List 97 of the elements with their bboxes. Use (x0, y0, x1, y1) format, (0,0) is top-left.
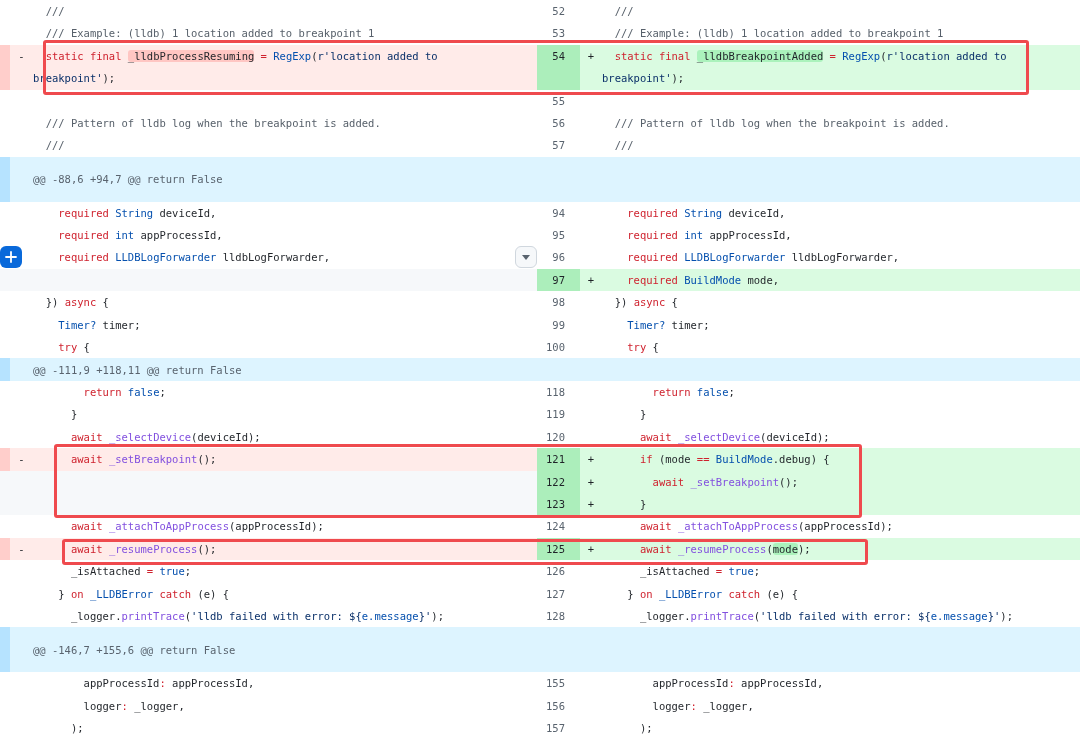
line-number: 119 (546, 408, 565, 421)
line-number: 121 (546, 453, 565, 466)
line-number-gutter (0, 44, 10, 90)
line-number: 123 (546, 497, 565, 510)
code-line: ); (69, 720, 84, 736)
line-number: 94 (552, 206, 565, 219)
code-line: await _resumeProcess(mode); (638, 541, 811, 558)
code-line: /// (44, 138, 65, 154)
line-number: 122 (546, 475, 565, 488)
hunk-header-text: @@ -146,7 +155,6 @@ return False (33, 642, 236, 658)
line-number: 98 (552, 296, 565, 309)
line-number: 125 (546, 542, 565, 555)
code-line: await _setBreakpoint(); (651, 474, 798, 491)
code-line: _isAttached = true; (69, 564, 192, 580)
code-line: logger: _logger, (82, 698, 185, 715)
line-number: 127 (546, 587, 565, 600)
hunk-header-text: @@ -111,9 +118,11 @@ return False (33, 362, 242, 378)
line-number: 95 (552, 229, 565, 242)
code-line: required String deviceId, (626, 205, 786, 221)
line-number: 53 (552, 27, 565, 40)
code-line: /// (613, 138, 634, 154)
code-line: await _selectDevice(deviceId); (69, 429, 261, 446)
line-number: 155 (546, 677, 565, 690)
line-number: 97 (552, 273, 565, 286)
line-number: 52 (552, 5, 565, 17)
code-line: _isAttached = true; (638, 564, 761, 580)
diff-sign: + (587, 474, 595, 490)
line-number: 56 (552, 117, 565, 130)
code-line: logger: _logger, (651, 698, 754, 715)
code-line: /// (44, 4, 65, 19)
diff-sign: + (587, 452, 595, 468)
plus-icon (5, 251, 17, 264)
code-line: return false; (82, 384, 166, 400)
line-number: 100 (546, 341, 565, 354)
code-line: static final _lldbBreakpointAdded = RegExp(r'location added to breakpoint'); (602, 48, 1008, 87)
line-number: 126 (546, 565, 565, 578)
code-line: await _selectDevice(deviceId); (638, 429, 830, 446)
line-number-gutter (0, 448, 10, 471)
diff-sign: + (587, 272, 595, 288)
diff-sign: + (587, 541, 595, 557)
code-line: appProcessId: appProcessId, (651, 676, 824, 692)
code-line: required String deviceId, (57, 205, 217, 221)
code-line: await _attachToAppProcess(appProcessId); (638, 519, 893, 535)
code-line: } on _LLDBError catch (e) { (626, 586, 798, 603)
code-line: } (638, 407, 647, 423)
line-number: 55 (552, 94, 565, 107)
caret-down-icon (522, 254, 530, 260)
diff-sign: - (18, 452, 25, 468)
code-line: required int appProcessId, (57, 228, 223, 244)
code-line: required BuildMode mode, (626, 272, 780, 288)
line-number: 57 (552, 139, 565, 152)
line-number: 124 (546, 520, 565, 533)
line-number: 54 (552, 49, 565, 62)
expand-gutter[interactable] (0, 358, 10, 381)
diff-sign: + (587, 48, 595, 64)
code-line: Timer? timer; (57, 317, 141, 333)
line-number: 99 (552, 318, 565, 331)
code-line: /// Example: (lldb) 1 location added to breakpoint 1 (44, 26, 375, 42)
diff-sign: - (18, 541, 25, 557)
code-line: try { (57, 340, 90, 356)
code-line: }) async { (613, 295, 678, 311)
line-number: 118 (546, 385, 565, 398)
code-line: required LLDBLogForwarder lldbLogForwarder, (626, 250, 900, 266)
line-number: 157 (546, 721, 565, 734)
code-line: required LLDBLogForwarder lldbLogForwarder, (57, 250, 331, 266)
diff-sign: - (18, 48, 25, 64)
diff-sign: + (587, 496, 595, 512)
code-line: }) async { (44, 295, 109, 311)
code-line: } (638, 496, 647, 512)
line-menu-button[interactable] (515, 246, 537, 269)
code-line: /// (613, 4, 634, 19)
line-number: 128 (546, 609, 565, 622)
expand-gutter[interactable] (0, 156, 10, 202)
code-line: } (69, 407, 78, 423)
line-number: 120 (546, 430, 565, 443)
line-number: 96 (552, 251, 565, 264)
add-comment-button[interactable] (0, 246, 22, 269)
code-line: await _resumeProcess(); (69, 541, 217, 558)
code-line: _logger.printTrace('lldb failed with error: ${e.message}'); (638, 608, 1013, 625)
code-line: appProcessId: appProcessId, (82, 676, 255, 692)
code-line: await _attachToAppProcess(appProcessId); (69, 519, 324, 535)
code-line: /// Pattern of lldb log when the breakpoint is added. (613, 116, 950, 132)
code-line: Timer? timer; (626, 317, 710, 333)
code-line: _logger.printTrace('lldb failed with error: ${e.message}'); (69, 608, 444, 625)
code-line: ); (638, 720, 653, 736)
code-line: /// Example: (lldb) 1 location added to breakpoint 1 (613, 26, 944, 42)
code-line: required int appProcessId, (626, 228, 792, 244)
code-line: if (mode == BuildMode.debug) { (638, 452, 830, 468)
code-line: } on _LLDBError catch (e) { (57, 586, 229, 603)
code-line: return false; (651, 384, 735, 400)
hunk-header-text: @@ -88,6 +94,7 @@ return False (33, 172, 223, 188)
expand-gutter[interactable] (0, 627, 10, 673)
code-line: try { (626, 340, 659, 356)
code-line: /// Pattern of lldb log when the breakpoint is added. (44, 116, 381, 132)
line-number-gutter (0, 537, 10, 561)
code-line: await _setBreakpoint(); (69, 452, 217, 468)
line-number: 156 (546, 699, 565, 712)
